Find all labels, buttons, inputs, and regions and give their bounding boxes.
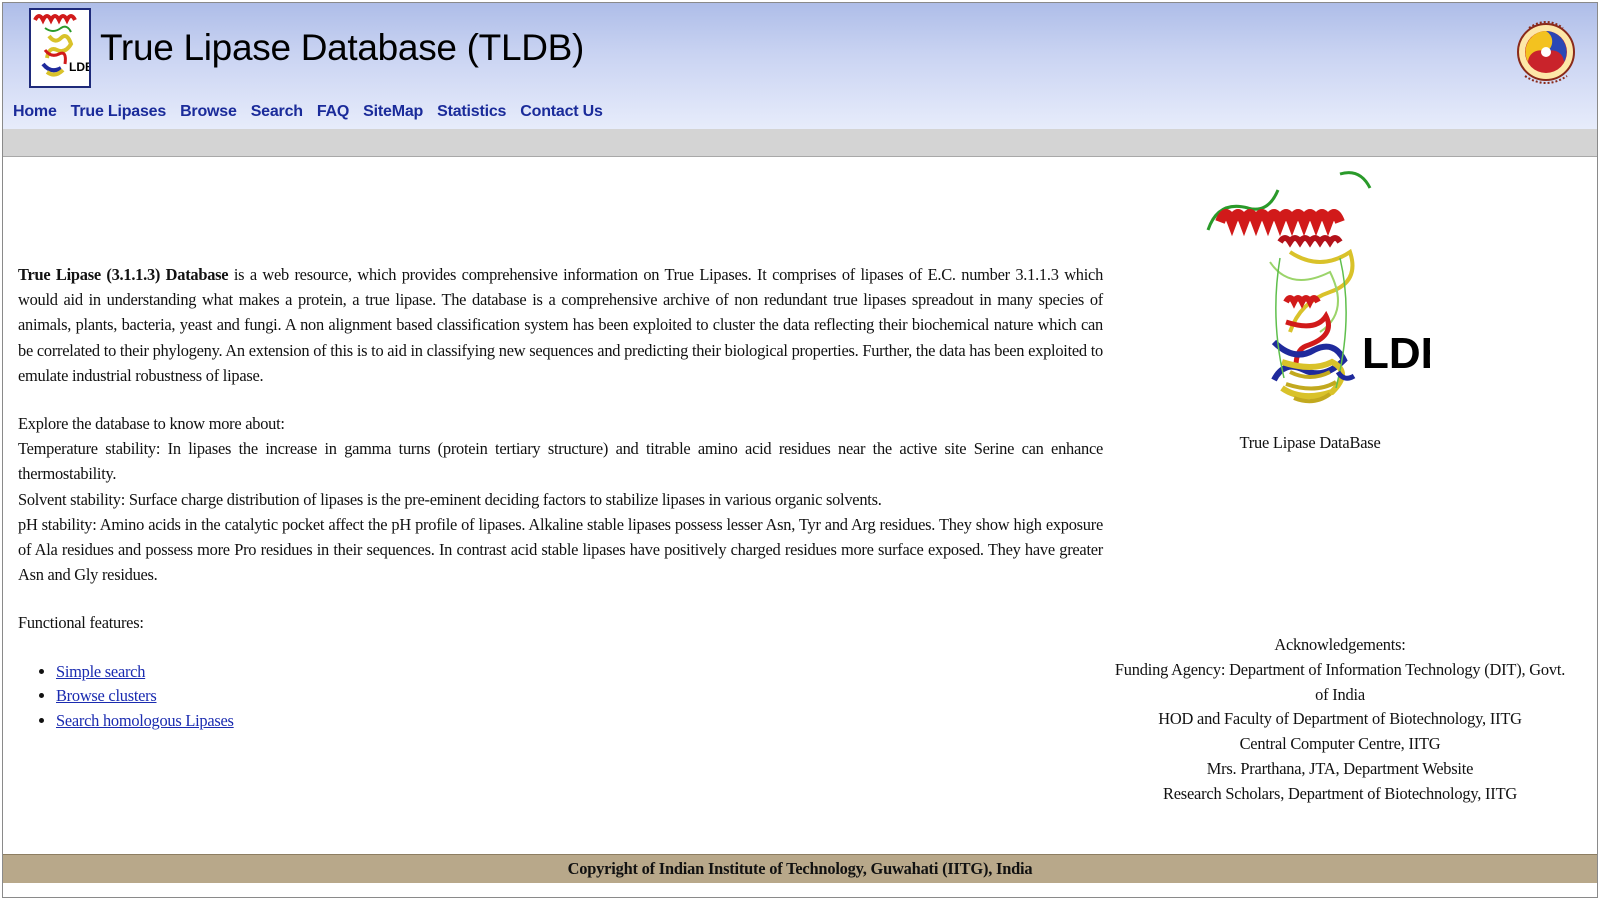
explore-heading: Explore the database to know more about: — [18, 414, 285, 434]
nav-true-lipases[interactable]: True Lipases — [71, 103, 167, 121]
acknowledgements-heading: Acknowledgements: — [1274, 635, 1406, 654]
side-panel: LDB True Lipase DataBase — [1120, 162, 1500, 453]
ack-line: Research Scholars, Department of Biotech… — [1162, 783, 1518, 803]
logo-text: LDB — [69, 60, 89, 74]
simple-search-link[interactable]: Simple search — [56, 662, 145, 681]
sub-navigation-bar — [3, 129, 1597, 157]
lipase-structure-image: LDB — [1206, 171, 1452, 404]
site-title: True Lipase Database (TLDB) — [100, 27, 585, 68]
list-item: Simple search — [56, 660, 1103, 685]
browse-clusters-link[interactable]: Browse clusters — [56, 686, 157, 705]
nav-statistics[interactable]: Statistics — [437, 103, 506, 121]
explore-section: Explore the database to know more about:… — [18, 411, 1103, 587]
search-homologous-lipases-link[interactable]: Search homologous Lipases — [56, 711, 234, 730]
structure-label: LDB — [1362, 329, 1430, 378]
nav-browse[interactable]: Browse — [180, 103, 237, 121]
solvent-stability: Solvent stability: Surface charge distri… — [18, 489, 882, 509]
temperature-stability: Temperature stability: In lipases the in… — [18, 439, 1103, 484]
intro-paragraph: True Lipase (3.1.1.3) Database is a web … — [18, 262, 1103, 388]
functional-features: Functional features: Simple search Brows… — [18, 610, 1103, 734]
main-nav: Home True Lipases Browse Search FAQ Site… — [13, 103, 617, 121]
features-heading: Functional features: — [18, 613, 144, 633]
intro-lead: True Lipase (3.1.1.3) Database — [18, 265, 229, 284]
nav-faq[interactable]: FAQ — [317, 103, 349, 121]
main-content: True Lipase (3.1.1.3) Database is a web … — [18, 262, 1103, 734]
features-list: Simple search Browse clusters Search hom… — [18, 660, 1103, 734]
protein-logo-icon — [33, 14, 77, 77]
site-footer: Copyright of Indian Institute of Technol… — [3, 854, 1597, 883]
acknowledgements: Acknowledgements: Funding Agency: Depart… — [1110, 633, 1570, 807]
nav-contact-us[interactable]: Contact Us — [520, 103, 603, 121]
nav-search[interactable]: Search — [251, 103, 303, 121]
ph-stability: pH stability: Amino acids in the catalyt… — [18, 514, 1103, 585]
nav-home[interactable]: Home — [13, 103, 57, 121]
structure-caption: True Lipase DataBase — [1239, 433, 1381, 452]
iitg-emblem-icon[interactable] — [1515, 10, 1577, 88]
ack-line: HOD and Faculty of Department of Biotech… — [1158, 709, 1522, 729]
list-item: Browse clusters — [56, 684, 1103, 709]
nav-sitemap[interactable]: SiteMap — [363, 103, 423, 121]
site-header: LDB True Lipase Database (TLDB) Home Tru… — [3, 3, 1597, 130]
ack-line: Central Computer Centre, IITG — [1239, 734, 1441, 754]
ack-line: Mrs. Prarthana, JTA, Department Website — [1206, 758, 1474, 778]
site-logo[interactable]: LDB — [29, 8, 91, 88]
ack-line: Funding Agency: Department of Informatio… — [1114, 659, 1566, 704]
list-item: Search homologous Lipases — [56, 709, 1103, 734]
copyright-text: Copyright of Indian Institute of Technol… — [567, 859, 1033, 878]
